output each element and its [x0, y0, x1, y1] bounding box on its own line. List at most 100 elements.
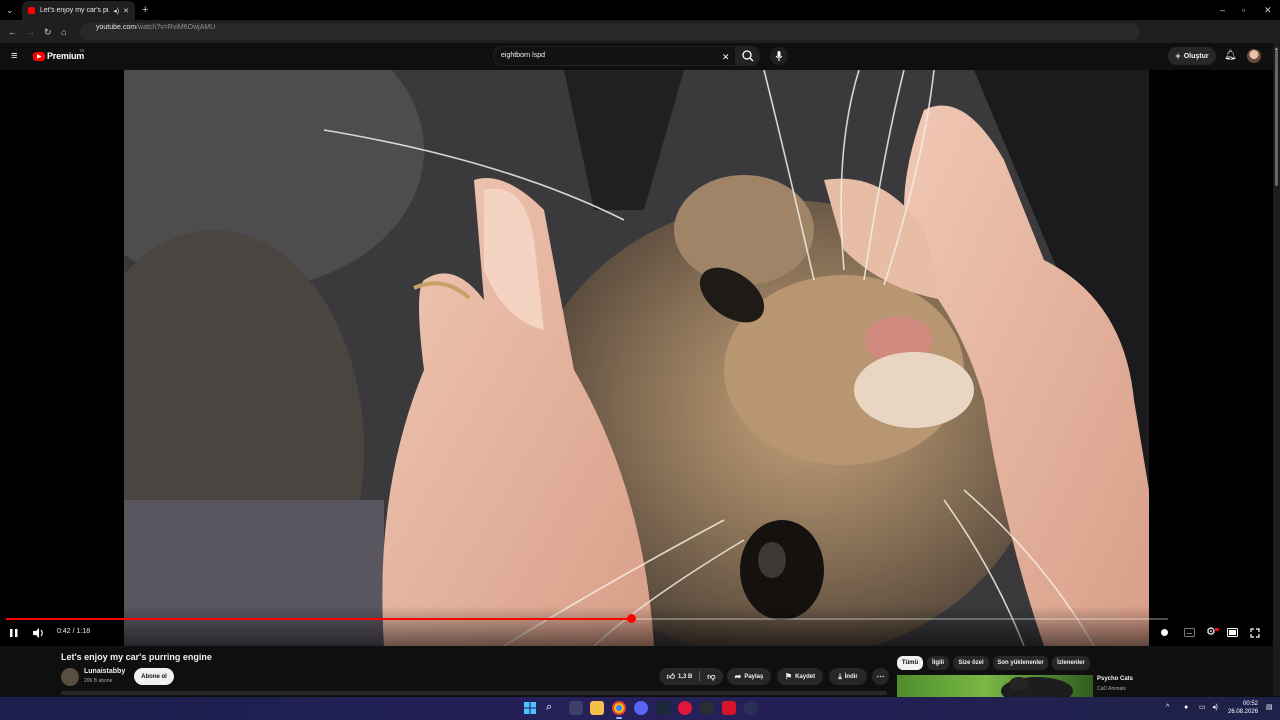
chip-related[interactable]: İlgili	[927, 656, 949, 670]
hd-badge	[1215, 628, 1219, 631]
forward-icon[interactable]: →	[26, 27, 35, 37]
steam-icon[interactable]	[656, 701, 670, 715]
taskbar-clock[interactable]: 00:52 26.08.2026	[1228, 700, 1258, 716]
theater-mode-icon[interactable]	[1227, 628, 1238, 637]
search-button[interactable]	[736, 46, 760, 66]
chrome-taskbar-icon[interactable]	[612, 701, 626, 715]
save-button[interactable]: ⚑ Kaydet	[777, 668, 823, 685]
tab-search-icon[interactable]: ⌄	[6, 5, 14, 15]
more-actions-button[interactable]: ⋯	[872, 668, 889, 685]
progress-fill	[6, 618, 632, 620]
download-button[interactable]: ⤓ İndir	[829, 668, 867, 685]
chrome-running-indicator	[616, 717, 622, 719]
plus-icon: +	[1175, 51, 1181, 61]
like-divider	[699, 671, 701, 682]
url-host: youtube.com	[96, 24, 137, 31]
back-icon[interactable]: ←	[8, 27, 17, 37]
address-bar[interactable]	[80, 23, 1140, 40]
url-path: /watch?v=RviM6OwjAMU	[136, 24, 216, 31]
new-tab-icon[interactable]: +	[142, 5, 148, 16]
clock-date: 26.08.2026	[1228, 709, 1259, 715]
like-dislike-group: 👍︎ 1,3 B 👎︎	[659, 668, 723, 685]
channel-avatar[interactable]	[61, 668, 79, 686]
recommended-channel: CaD Animals	[1097, 686, 1126, 692]
github-icon[interactable]	[700, 701, 714, 715]
thumbnail-image	[1001, 677, 1073, 697]
browser-tab-strip: ⌄ Let's enjoy my car's purring engine ◂)…	[0, 0, 1280, 20]
time-display: 0:42 / 1:18	[57, 628, 91, 635]
share-arrow-icon: ➦	[734, 672, 742, 681]
app-red-icon[interactable]	[722, 701, 736, 715]
settings-taskbar-icon[interactable]	[744, 701, 758, 715]
reload-icon[interactable]: ↻	[44, 27, 52, 37]
search-icon	[742, 50, 754, 62]
tab-title: Let's enjoy my car's purring engine	[40, 7, 110, 14]
subscriber-count: 206 B abone	[84, 678, 113, 684]
clock-time: 00:52	[1242, 701, 1258, 707]
video-title: Let's enjoy my car's purring engine	[61, 652, 212, 662]
mic-icon	[775, 51, 783, 61]
taskbar-search-icon[interactable]: ⌕	[546, 702, 552, 713]
create-button[interactable]: + Oluştur	[1168, 47, 1216, 65]
tray-overflow-icon[interactable]: ^	[1166, 703, 1169, 713]
chip-all[interactable]: Tümü	[897, 656, 923, 670]
voice-search-button[interactable]	[770, 47, 788, 65]
task-view-icon[interactable]	[569, 701, 583, 715]
channel-name[interactable]: Lunaistabby	[84, 668, 125, 675]
youtube-favicon-icon	[28, 7, 35, 14]
progress-bar[interactable]	[6, 614, 1168, 623]
pause-icon[interactable]	[9, 628, 19, 638]
windows-start-icon[interactable]	[524, 702, 536, 714]
player-controls-overlay	[0, 606, 1273, 646]
maximize-icon[interactable]: ▫	[1242, 5, 1245, 15]
close-tab-icon[interactable]: ✕	[123, 7, 129, 15]
autoplay-toggle-icon[interactable]	[1161, 629, 1168, 636]
mic-tray-icon[interactable]: ●	[1184, 703, 1188, 713]
subscribe-button[interactable]: Abone ol	[134, 668, 174, 685]
clear-search-icon[interactable]: ✕	[722, 52, 730, 62]
recommended-title[interactable]: Psycho Cats	[1097, 676, 1133, 682]
play-triangle-icon: ▶	[37, 54, 42, 60]
hamburger-menu-icon[interactable]: ≡	[11, 51, 17, 62]
like-count: 1,3 B	[677, 673, 693, 680]
download-label: İndir	[844, 673, 858, 680]
minimize-icon[interactable]: –	[1220, 5, 1225, 15]
fullscreen-icon[interactable]	[1250, 628, 1260, 638]
description-box[interactable]	[61, 691, 887, 695]
notification-center-icon[interactable]: ▤	[1266, 703, 1273, 713]
share-label: Paylaş	[744, 673, 764, 680]
network-icon[interactable]: ▭	[1199, 703, 1206, 713]
chip-watched[interactable]: İzlenenler	[1052, 656, 1090, 670]
volume-tray-icon[interactable]: ◂)	[1212, 703, 1218, 713]
chip-for-you[interactable]: Size özel	[953, 656, 989, 670]
file-explorer-icon[interactable]	[590, 701, 604, 715]
home-icon[interactable]: ⌂	[61, 27, 66, 37]
close-window-icon[interactable]: ✕	[1264, 5, 1272, 15]
notifications-bell-icon[interactable]: 🔔︎	[1224, 51, 1237, 61]
video-frame[interactable]	[124, 70, 1149, 646]
browser-tab[interactable]: Let's enjoy my car's purring engine ◂) ✕	[22, 1, 135, 20]
thumbs-down-icon[interactable]: 👎︎	[707, 672, 715, 682]
speaker-icon[interactable]: ◂)	[113, 7, 119, 15]
search-query: eightborn lspd	[501, 52, 545, 59]
share-button[interactable]: ➦ Paylaş	[727, 668, 771, 685]
video-image	[124, 70, 1149, 646]
scrollbar-thumb[interactable]	[1275, 50, 1278, 186]
chip-recently-uploaded[interactable]: Son yüklenenler	[993, 656, 1048, 670]
subtitles-icon[interactable]	[1184, 628, 1195, 637]
bookmark-icon: ⚑	[784, 672, 793, 681]
scroll-up-arrow-icon[interactable]: ▲	[1274, 44, 1279, 54]
opera-icon[interactable]	[678, 701, 692, 715]
discord-icon[interactable]	[634, 701, 648, 715]
download-icon: ⤓	[838, 671, 842, 681]
logo-country: TR	[79, 48, 85, 53]
thumbs-up-icon: 👍︎	[666, 671, 675, 681]
account-avatar[interactable]	[1247, 49, 1261, 63]
like-button[interactable]: 👍︎ 1,3 B	[667, 672, 693, 682]
url-text[interactable]: youtube.com/watch?v=RviM6OwjAMU	[96, 24, 215, 31]
create-label: Oluştur	[1183, 52, 1209, 60]
recommended-thumbnail[interactable]	[897, 675, 1093, 697]
volume-icon[interactable]	[32, 627, 44, 639]
save-label: Kaydet	[795, 673, 816, 680]
more-dots-icon: ⋯	[876, 672, 885, 681]
